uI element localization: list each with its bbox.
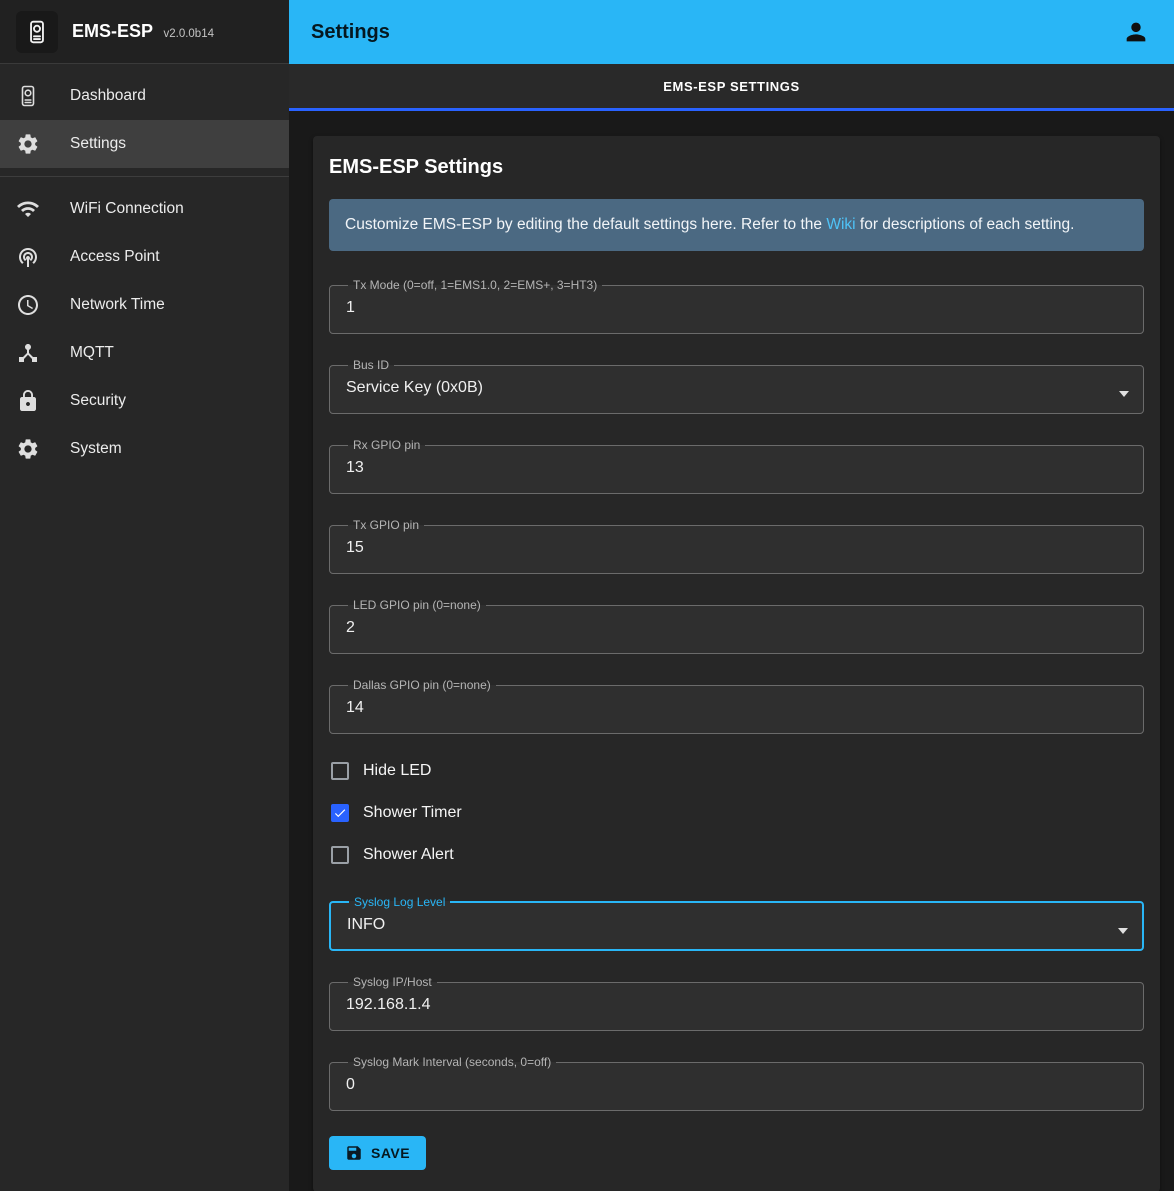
brand: EMS-ESP v2.0.0b14 [0, 0, 289, 64]
syslog-log-level-select[interactable]: Syslog Log Level INFO [329, 896, 1144, 951]
bus-id-select[interactable]: Bus ID Service Key (0x0B) [329, 359, 1144, 414]
syslog-ip-field[interactable]: Syslog IP/Host 192.168.1.4 [329, 976, 1144, 1031]
app-root: EMS-ESP v2.0.0b14 Dashboard [0, 0, 1174, 1191]
access-point-icon [16, 245, 40, 269]
syslog-mark-interval-field[interactable]: Syslog Mark Interval (seconds, 0=off) 0 [329, 1056, 1144, 1111]
gear-icon [16, 437, 40, 461]
account-icon[interactable] [1120, 16, 1152, 48]
sidebar-item-system[interactable]: System [0, 425, 289, 473]
sidebar-divider [0, 176, 289, 177]
sidebar-item-wifi-connection[interactable]: WiFi Connection [0, 185, 289, 233]
checkbox-section: Hide LED Shower Timer Shower Alert [329, 750, 1144, 876]
sidebar-item-network-time[interactable]: Network Time [0, 281, 289, 329]
info-banner: Customize EMS-ESP by editing the default… [329, 199, 1144, 251]
shower-alert-checkbox[interactable]: Shower Alert [329, 834, 1144, 876]
save-button[interactable]: SAVE [329, 1136, 426, 1170]
settings-card: EMS-ESP Settings Customize EMS-ESP by ed… [313, 136, 1160, 1191]
tab-bar: EMS-ESP SETTINGS [289, 64, 1174, 108]
device-icon [16, 84, 40, 108]
field-value: 15 [342, 532, 1131, 557]
field-value: 0 [342, 1069, 1131, 1094]
save-icon [345, 1144, 363, 1162]
sidebar-item-label: MQTT [70, 344, 114, 362]
sidebar: EMS-ESP v2.0.0b14 Dashboard [0, 0, 289, 1191]
sidebar-item-settings[interactable]: Settings [0, 120, 289, 168]
sidebar-item-security[interactable]: Security [0, 377, 289, 425]
field-value: 2 [342, 612, 1131, 637]
card-title: EMS-ESP Settings [329, 156, 1144, 179]
field-label: Tx GPIO pin [348, 519, 424, 532]
wiki-link[interactable]: Wiki [826, 216, 855, 233]
field-label: Syslog IP/Host [348, 976, 437, 989]
sidebar-item-mqtt[interactable]: MQTT [0, 329, 289, 377]
save-button-label: SAVE [371, 1145, 410, 1161]
app-bar: Settings [289, 0, 1174, 64]
page-title: Settings [311, 21, 390, 44]
shower-timer-checkbox[interactable]: Shower Timer [329, 792, 1144, 834]
checkbox-label: Shower Alert [363, 846, 454, 864]
field-label: Syslog Mark Interval (seconds, 0=off) [348, 1056, 556, 1069]
sidebar-item-label: Security [70, 392, 126, 410]
sidebar-item-label: WiFi Connection [70, 200, 184, 218]
field-label: Rx GPIO pin [348, 439, 425, 452]
brand-version: v2.0.0b14 [163, 28, 214, 40]
field-value: 13 [342, 452, 1131, 477]
content-area: EMS-ESP Settings Customize EMS-ESP by ed… [289, 111, 1174, 1191]
sidebar-item-label: Dashboard [70, 87, 146, 105]
sidebar-item-dashboard[interactable]: Dashboard [0, 72, 289, 120]
lock-icon [16, 389, 40, 413]
sidebar-item-label: Access Point [70, 248, 160, 266]
field-value: INFO [343, 909, 1130, 934]
tx-mode-field[interactable]: Tx Mode (0=off, 1=EMS1.0, 2=EMS+, 3=HT3)… [329, 279, 1144, 334]
info-banner-text: for descriptions of each setting. [856, 216, 1075, 233]
wifi-icon [16, 197, 40, 221]
checkbox-unchecked-icon[interactable] [331, 762, 349, 780]
sidebar-item-access-point[interactable]: Access Point [0, 233, 289, 281]
tx-gpio-field[interactable]: Tx GPIO pin 15 [329, 519, 1144, 574]
field-label: Bus ID [348, 359, 394, 372]
field-value: Service Key (0x0B) [342, 372, 1131, 397]
sidebar-item-label: System [70, 440, 122, 458]
tab-ems-esp-settings[interactable]: EMS-ESP SETTINGS [663, 79, 800, 94]
sidebar-nav: Dashboard Settings WiFi Connection A [0, 64, 289, 473]
field-label: Dallas GPIO pin (0=none) [348, 679, 496, 692]
ems-esp-logo-icon [16, 11, 58, 53]
chevron-down-icon [1118, 928, 1128, 934]
field-label: Syslog Log Level [349, 896, 450, 909]
field-label: Tx Mode (0=off, 1=EMS1.0, 2=EMS+, 3=HT3) [348, 279, 602, 292]
device-hub-icon [16, 341, 40, 365]
rx-gpio-field[interactable]: Rx GPIO pin 13 [329, 439, 1144, 494]
checkbox-label: Shower Timer [363, 804, 462, 822]
checkbox-checked-icon[interactable] [331, 804, 349, 822]
field-value: 14 [342, 692, 1131, 717]
field-value: 1 [342, 292, 1131, 317]
checkbox-label: Hide LED [363, 762, 431, 780]
clock-icon [16, 293, 40, 317]
main-column: Settings EMS-ESP SETTINGS EMS-ESP Settin… [289, 0, 1174, 1191]
dallas-gpio-field[interactable]: Dallas GPIO pin (0=none) 14 [329, 679, 1144, 734]
brand-name: EMS-ESP [72, 21, 153, 41]
sidebar-item-label: Settings [70, 135, 126, 153]
info-banner-text: Customize EMS-ESP by editing the default… [345, 216, 826, 233]
chevron-down-icon [1119, 391, 1129, 397]
led-gpio-field[interactable]: LED GPIO pin (0=none) 2 [329, 599, 1144, 654]
sidebar-item-label: Network Time [70, 296, 165, 314]
field-label: LED GPIO pin (0=none) [348, 599, 486, 612]
gear-icon [16, 132, 40, 156]
field-value: 192.168.1.4 [342, 989, 1131, 1014]
checkbox-unchecked-icon[interactable] [331, 846, 349, 864]
hide-led-checkbox[interactable]: Hide LED [329, 750, 1144, 792]
